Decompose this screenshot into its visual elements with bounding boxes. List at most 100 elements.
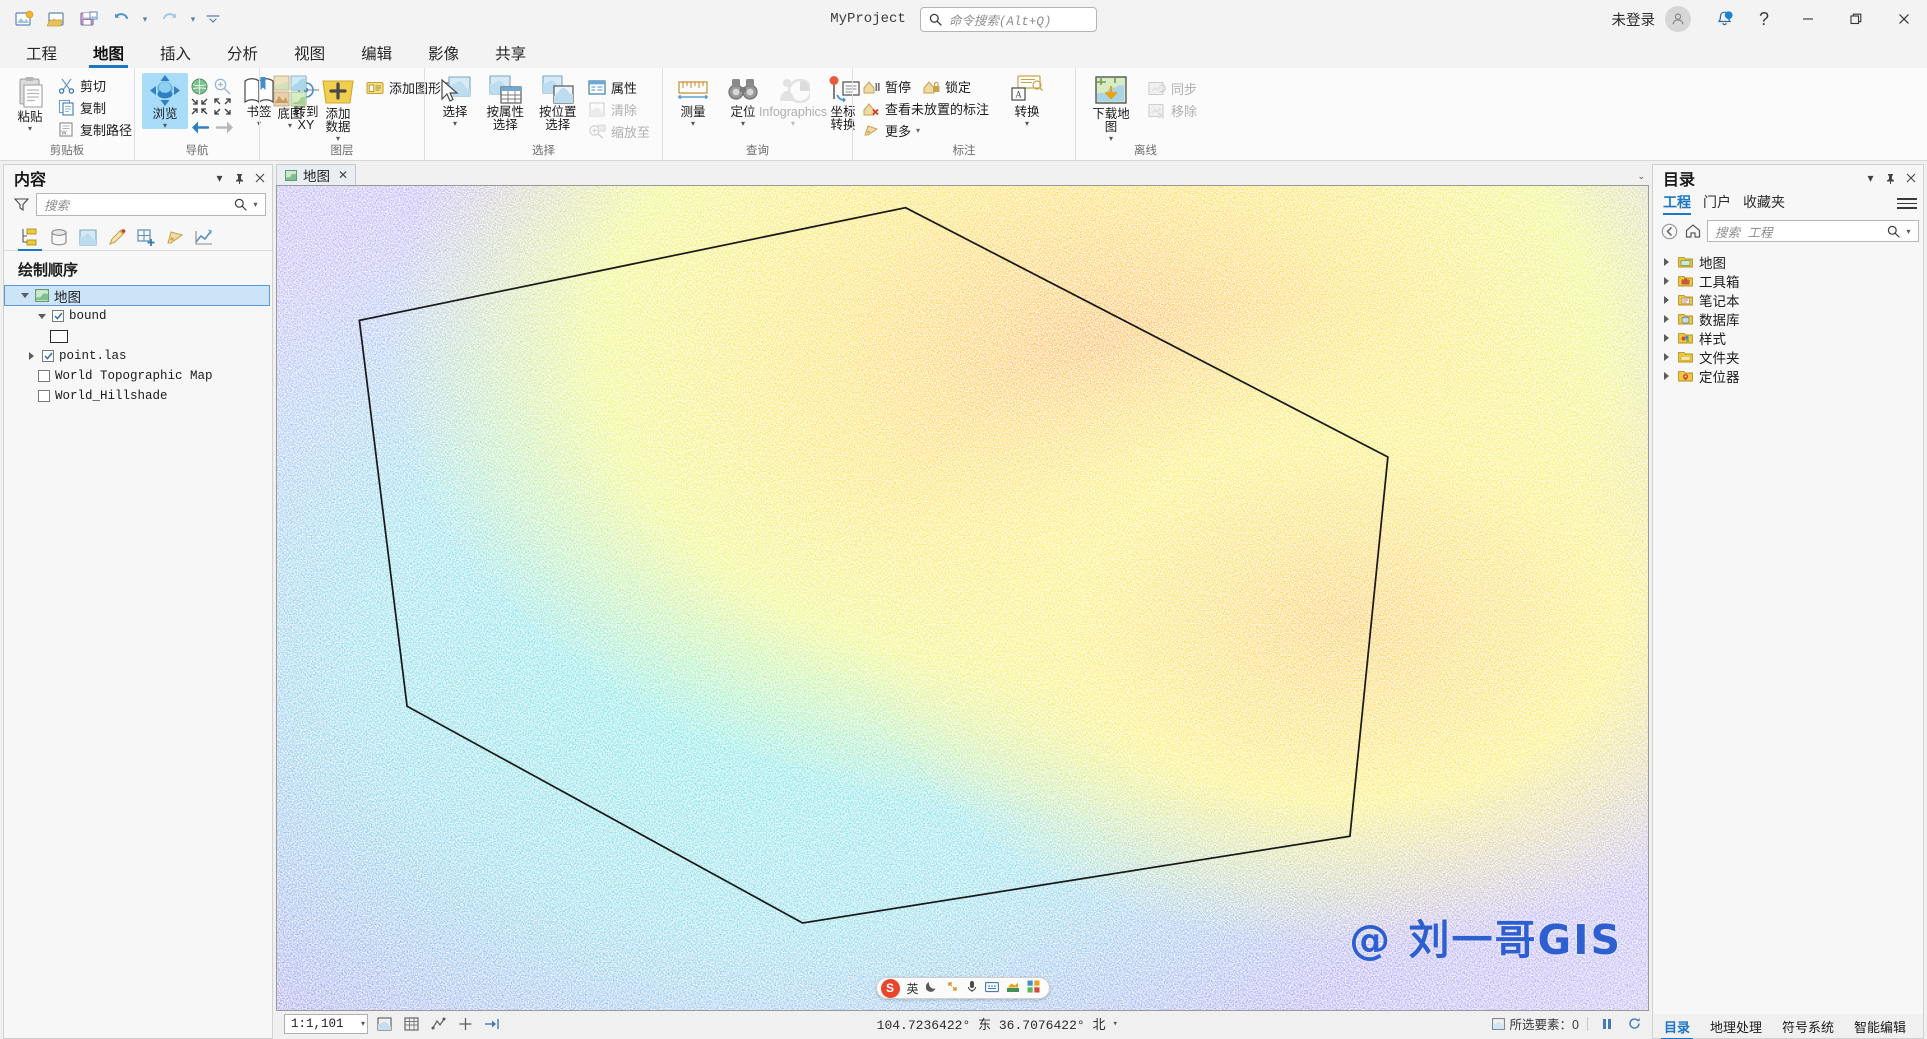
measure-button[interactable]: 测量 ▾ <box>670 73 716 128</box>
fixed-zoom-in-icon[interactable] <box>212 76 233 96</box>
emoji-icon[interactable] <box>984 980 999 997</box>
catalog-search-dropdown-icon[interactable]: ▾ <box>1902 227 1915 236</box>
copy-path-button[interactable]: W. 复制路径 <box>55 119 137 140</box>
tab-analysis[interactable]: 分析 <box>209 38 276 68</box>
catalog-back-icon[interactable] <box>1659 221 1679 241</box>
toc-item-map[interactable]: 地图 <box>4 285 270 306</box>
add-data-caret-icon[interactable]: ▾ <box>336 135 340 143</box>
select-by-attributes-button[interactable]: 按属性选择 <box>480 73 530 132</box>
next-extent-icon[interactable] <box>214 117 235 137</box>
catalog-item-maps[interactable]: 地图 <box>1653 252 1923 271</box>
convert-labels-button[interactable]: A 转换 ▾ <box>1004 73 1050 128</box>
more-labeling-caret-icon[interactable]: ▾ <box>916 126 920 135</box>
catalog-item-folders[interactable]: 文件夹 <box>1653 347 1923 366</box>
dock-tab-geoprocessing[interactable]: 地理处理 <box>1707 1015 1765 1038</box>
catalog-pin-icon[interactable] <box>1882 170 1899 187</box>
tab-insert[interactable]: 插入 <box>142 38 209 68</box>
list-by-editing-tab[interactable] <box>103 224 131 250</box>
close-button[interactable] <box>1881 0 1927 38</box>
tab-view[interactable]: 视图 <box>276 38 343 68</box>
ime-mode-label[interactable]: 英 <box>906 980 918 997</box>
redo-dropdown-icon[interactable]: ▾ <box>186 5 200 33</box>
zoom-out-fixed-icon[interactable] <box>189 96 210 116</box>
tab-project[interactable]: 工程 <box>8 38 75 68</box>
sign-in-label[interactable]: 未登录 <box>1612 9 1656 30</box>
search-icon[interactable] <box>1885 223 1902 240</box>
catalog-menu-burger-icon[interactable] <box>1897 195 1917 213</box>
avatar[interactable] <box>1665 6 1691 32</box>
convert-labels-caret-icon[interactable]: ▾ <box>1025 120 1029 128</box>
toc-item-world-topographic-map[interactable]: World Topographic Map <box>4 366 272 386</box>
full-extent-icon[interactable] <box>189 76 210 96</box>
styles-expander-icon[interactable] <box>1661 332 1672 343</box>
measure-caret-icon[interactable]: ▾ <box>691 120 695 128</box>
locators-expander-icon[interactable] <box>1661 370 1672 381</box>
contents-menu-icon[interactable]: ▾ <box>211 170 228 187</box>
zoom-in-fixed-icon[interactable] <box>212 96 233 116</box>
list-by-labeling-tab[interactable] <box>161 224 189 250</box>
locate-caret-icon[interactable]: ▾ <box>741 120 745 128</box>
catalog-item-databases[interactable]: 数据库 <box>1653 309 1923 328</box>
minimize-button[interactable] <box>1785 0 1831 38</box>
select-button[interactable]: 选择 ▾ <box>432 73 478 128</box>
pause-drawing-icon[interactable] <box>1596 1014 1617 1034</box>
download-map-button[interactable]: 下载地图 ▾ <box>1083 73 1139 143</box>
list-by-data-source-tab[interactable] <box>45 224 73 250</box>
catalog-tab-portal[interactable]: 门户 <box>1703 192 1731 215</box>
paste-button[interactable]: 粘贴 ▾ <box>7 74 53 133</box>
paste-caret-icon[interactable]: ▾ <box>28 125 32 133</box>
contents-search-input[interactable]: 搜索 ▾ <box>36 193 266 216</box>
add-data-button[interactable]: 添加数据 ▾ <box>315 73 361 143</box>
notifications-bell-icon[interactable] <box>1705 0 1743 38</box>
ime-toolbar[interactable]: S 英 <box>875 977 1050 999</box>
map-expander-icon[interactable] <box>19 290 30 301</box>
view-tab-map[interactable]: 地图 ✕ <box>276 164 357 185</box>
lock-labels-button[interactable]: 锁定 <box>920 76 976 97</box>
bound-symbol-swatch[interactable] <box>50 329 68 343</box>
previous-extent-icon[interactable] <box>189 117 210 137</box>
catalog-item-locators[interactable]: 定位器 <box>1653 366 1923 385</box>
undo-dropdown-icon[interactable]: ▾ <box>138 5 152 33</box>
bound-expander-icon[interactable] <box>36 311 47 322</box>
basemap-button[interactable]: 底图 ▾ <box>267 73 313 130</box>
more-labeling-button[interactable]: 更多 ▾ <box>860 120 994 141</box>
catalog-home-icon[interactable] <box>1683 221 1703 241</box>
toc-item-bound-symbol[interactable] <box>4 326 272 346</box>
list-by-snapping-tab[interactable] <box>132 224 160 250</box>
customize-qat-icon[interactable] <box>202 5 224 33</box>
list-by-drawing-order-tab[interactable] <box>16 224 44 251</box>
view-tab-close-icon[interactable]: ✕ <box>338 168 348 182</box>
tab-edit[interactable]: 编辑 <box>343 38 410 68</box>
catalog-close-icon[interactable] <box>1902 170 1919 187</box>
undo-icon[interactable] <box>106 5 136 33</box>
redo-icon[interactable] <box>154 5 184 33</box>
keyboard-icon[interactable] <box>946 980 959 997</box>
dock-tab-smart-editing[interactable]: 智能编辑 <box>1851 1015 1909 1038</box>
contents-pin-icon[interactable] <box>231 170 248 187</box>
list-by-selection-tab[interactable] <box>74 224 102 250</box>
selected-features-icon[interactable] <box>374 1014 395 1034</box>
list-by-charts-tab[interactable] <box>190 224 218 250</box>
contents-search-dropdown-icon[interactable]: ▾ <box>249 200 262 209</box>
select-by-location-button[interactable]: 按位置选择 <box>532 73 582 132</box>
open-folder-icon[interactable] <box>42 5 72 33</box>
catalog-menu-icon[interactable]: ▾ <box>1862 170 1879 187</box>
world-hillshade-checkbox[interactable] <box>38 390 50 402</box>
view-tabs-dropdown-icon[interactable]: ⌄ <box>1637 171 1645 182</box>
measure-status-icon[interactable] <box>428 1014 449 1034</box>
explore-caret-icon[interactable]: ▾ <box>163 122 167 130</box>
tab-map[interactable]: 地图 <box>75 38 142 68</box>
toc-item-world-hillshade[interactable]: World_Hillshade <box>4 386 272 406</box>
view-unplaced-labels-button[interactable]: 查看未放置的标注 <box>860 98 994 119</box>
world-topographic-map-checkbox[interactable] <box>38 370 50 382</box>
point-las-expander-icon[interactable] <box>26 351 37 362</box>
download-map-caret-icon[interactable]: ▾ <box>1109 135 1113 143</box>
filter-icon[interactable] <box>12 196 30 214</box>
dock-tab-symbology[interactable]: 符号系统 <box>1779 1015 1837 1038</box>
attributes-button[interactable]: 属性 <box>585 77 655 98</box>
refresh-drawing-icon[interactable] <box>1624 1014 1645 1034</box>
catalog-item-notebooks[interactable]: 笔记本 <box>1653 290 1923 309</box>
apps-icon[interactable] <box>1027 980 1040 997</box>
toc-item-point-las[interactable]: point.las <box>4 346 272 366</box>
tools-icon[interactable] <box>1006 980 1020 997</box>
